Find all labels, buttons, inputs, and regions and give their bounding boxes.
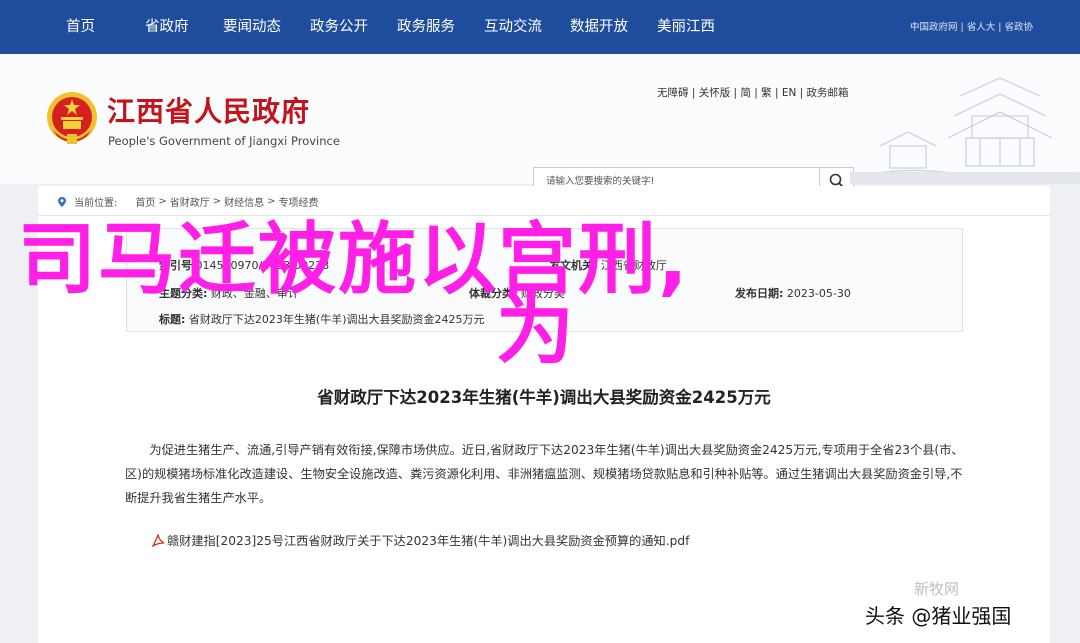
- nav-item-gov-affairs-public[interactable]: 政务公开: [310, 0, 368, 54]
- watermark-author: 头条 @猪业强国: [865, 604, 1012, 628]
- nav-item-open-data[interactable]: 数据开放: [570, 0, 628, 54]
- article-paragraph: 为促进生猪生产、流通,引导产销有效衔接,保障市场供应。近日,省财政厅下达2023…: [125, 443, 964, 505]
- accessibility-tools[interactable]: 无障碍 | 关怀版 | 简 | 繁 | EN | 政务邮箱: [657, 85, 849, 100]
- breadcrumb-item-finance-info[interactable]: 财经信息: [224, 194, 264, 209]
- site-title: 江西省人民政府: [107, 95, 311, 128]
- breadcrumb-separator: >: [158, 196, 167, 207]
- article-body: 为促进生猪生产、流通,引导产销有效衔接,保障市场供应。近日,省财政厅下达2023…: [125, 438, 970, 510]
- nav-item-beautiful-jiangxi[interactable]: 美丽江西: [657, 0, 715, 54]
- nav-item-home[interactable]: 首页: [66, 0, 95, 54]
- overlay-headline: 司马迁被施以宫刑, 为: [18, 214, 1008, 376]
- pavilion-illustration-icon: [850, 77, 1080, 184]
- nav-item-province-gov[interactable]: 省政府: [145, 0, 189, 54]
- breadcrumb-item-finance-dept[interactable]: 省财政厅: [170, 194, 210, 209]
- breadcrumb-separator: >: [212, 196, 222, 207]
- breadcrumb-separator: >: [267, 196, 276, 207]
- article-title: 省财政厅下达2023年生猪(牛羊)调出大县奖励资金2425万元: [317, 388, 771, 407]
- utility-links[interactable]: 中国政府网 | 省人大 | 省政协: [910, 19, 1033, 33]
- site-header: 江西省人民政府 People's Government of Jiangxi P…: [0, 54, 1080, 195]
- top-nav-bar: 首页 省政府 要闻动态 政务公开 政务服务 互动交流 数据开放 美丽江西 中国政…: [0, 0, 1080, 54]
- watermark-source: 新牧网: [914, 580, 960, 598]
- site-subtitle: People's Government of Jiangxi Province: [108, 134, 340, 148]
- attachment-link[interactable]: 赣财建指[2023]25号江西省财政厅关于下达2023年生猪(牛羊)调出大县奖励…: [152, 531, 689, 549]
- attachment-filename[interactable]: 赣财建指[2023]25号江西省财政厅关于下达2023年生猪(牛羊)调出大县奖励…: [167, 531, 689, 549]
- breadcrumb-item-home[interactable]: 首页: [135, 194, 155, 209]
- nav-item-news[interactable]: 要闻动态: [223, 0, 281, 54]
- nav-item-gov-services[interactable]: 政务服务: [397, 0, 455, 54]
- nav-item-interaction[interactable]: 互动交流: [484, 0, 542, 54]
- national-emblem-icon: [47, 92, 97, 144]
- breadcrumb-label: 当前位置:: [74, 198, 118, 209]
- location-pin-icon: [58, 196, 66, 207]
- breadcrumb: 当前位置: 首页 > 省财政厅 > 财经信息 > 专项经费: [56, 194, 319, 209]
- pdf-file-icon: [152, 533, 165, 547]
- breadcrumb-item-special-funds[interactable]: 专项经费: [279, 194, 319, 209]
